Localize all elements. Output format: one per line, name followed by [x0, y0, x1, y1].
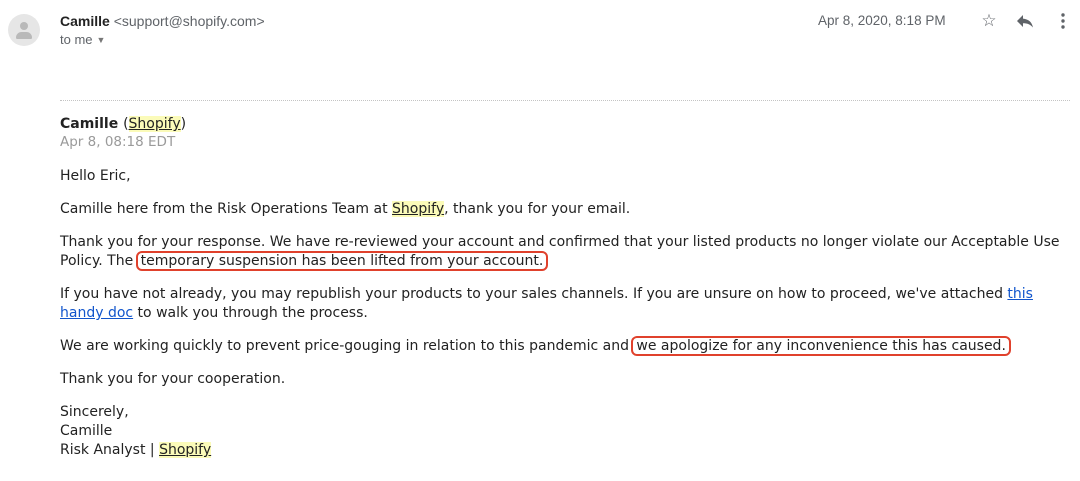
sender-line: Camille <support@shopify.com>	[60, 12, 265, 30]
paragraph-intro-text: Camille here from the Risk Operations Te…	[60, 201, 393, 217]
suspension-lifted-callout: temporary suspension has been lifted fro…	[135, 251, 549, 271]
signature-org: Shopify	[159, 442, 212, 458]
signature-name: Camille	[60, 423, 113, 439]
message-date: Apr 8, 2020, 8:18 PM	[818, 13, 946, 28]
greeting: Hello Eric,	[60, 168, 131, 184]
org-highlight: Shopify	[392, 201, 445, 217]
paragraph-intro: Camille here from the Risk Operations Te…	[60, 200, 1065, 219]
signature-title: Risk Analyst |	[60, 442, 160, 458]
author-org: Shopify	[128, 116, 181, 132]
paragraph-review: Thank you for your response. We have re-…	[60, 233, 1065, 271]
signature-closing: Sincerely,	[60, 404, 129, 420]
person-icon-head	[20, 22, 28, 30]
author-org-wrapper: (Shopify)	[123, 116, 187, 132]
recipient-dropdown[interactable]: to me ▼	[60, 31, 105, 49]
message-author-date: Apr 8, 08:18 EDT	[60, 134, 176, 150]
message-body: Camille (Shopify) Apr 8, 08:18 EDT Hello…	[60, 115, 1065, 460]
signature-title-line: Risk Analyst | Shopify	[60, 441, 1065, 460]
paragraph-apology-text: We are working quickly to prevent price-…	[60, 338, 634, 354]
avatar[interactable]	[8, 14, 40, 46]
signature: Sincerely, Camille Risk Analyst | Shopif…	[60, 403, 1065, 460]
paragraph-apology: We are working quickly to prevent price-…	[60, 336, 1065, 356]
recipient-label: to me	[60, 32, 93, 47]
more-vertical-icon[interactable]	[1052, 9, 1074, 33]
paragraph-republish-text: If you have not already, you may republi…	[60, 286, 1008, 302]
sender-name[interactable]: Camille	[60, 13, 110, 29]
paragraph-thanks: Thank you for your cooperation.	[60, 371, 286, 387]
quoted-divider	[60, 100, 1070, 101]
reply-icon[interactable]	[1014, 9, 1036, 33]
chevron-down-icon: ▼	[96, 35, 106, 46]
message-author: Camille (Shopify)	[60, 115, 1065, 133]
person-icon-body	[16, 32, 32, 39]
paragraph-republish-end: to walk you through the process.	[133, 305, 368, 321]
sender-email: <support@shopify.com>	[113, 13, 265, 29]
paragraph-intro-end: , thank you for your email.	[444, 201, 631, 217]
author-name: Camille	[60, 116, 119, 132]
paragraph-republish: If you have not already, you may republi…	[60, 285, 1065, 323]
apology-callout: we apologize for any inconvenience this …	[631, 336, 1011, 356]
star-icon[interactable]: ☆	[978, 9, 1000, 33]
